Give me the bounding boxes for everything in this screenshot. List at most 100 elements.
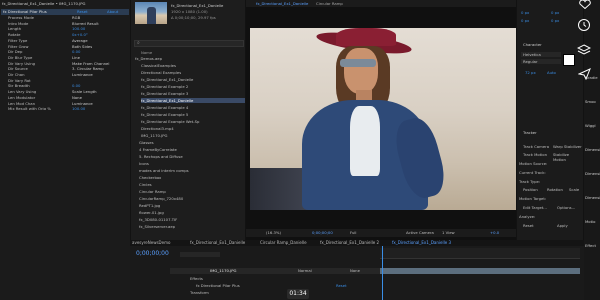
track-camera-button[interactable]: Track Camera — [523, 144, 549, 149]
layers-icon[interactable] — [576, 44, 592, 58]
timeline-tab[interactable]: fx_Directional_Ex1_Danielle — [190, 240, 245, 246]
project-search-input[interactable]: ⌕ — [134, 40, 244, 47]
effect-property-value[interactable]: Luminance — [72, 101, 93, 106]
scale-checkbox[interactable]: Scale — [569, 187, 579, 192]
effect-property-row[interactable]: Len Vary Using Scale Length — [0, 89, 130, 94]
collapsed-panel-label[interactable]: Dimensi — [585, 147, 600, 152]
project-item[interactable]: Directional3.mp4 — [141, 126, 245, 131]
effect-property-row[interactable]: Intro Mode Blurred Result — [0, 21, 130, 26]
collapsed-panel-label[interactable]: Dimensi — [585, 195, 600, 200]
effect-property-value[interactable]: RGB — [72, 15, 80, 20]
project-item[interactable]: fx_Demos.aep — [135, 56, 245, 61]
effect-property-value[interactable]: None — [72, 95, 82, 100]
effect-property-row[interactable]: Dir Source 3. Circular Ramp — [0, 66, 130, 71]
rotation-checkbox[interactable]: Rotation — [547, 187, 563, 192]
timeline-ruler[interactable] — [380, 248, 580, 259]
effect-reset-timeline[interactable]: Reset — [336, 283, 347, 288]
send-icon[interactable] — [576, 68, 592, 81]
project-item[interactable]: fx_Directional Example 3 — [141, 91, 245, 96]
effect-property-row[interactable]: Len Mod Chan Luminance — [0, 101, 130, 106]
timeline-tab[interactable]: avesyreNewsDemo — [132, 240, 170, 246]
effect-property-value[interactable]: 0.00 — [72, 49, 80, 54]
project-name-column-header[interactable]: Name — [141, 50, 152, 55]
project-item[interactable]: Glasses — [139, 140, 245, 145]
project-item[interactable]: Circular Ramp — [139, 189, 245, 194]
heart-icon[interactable] — [578, 0, 592, 10]
project-item[interactable]: Directional Examples — [141, 70, 245, 75]
effect-property-row[interactable]: Dir Blur Type Line — [0, 55, 130, 60]
effect-property-row[interactable]: Filter Grow Both Sides — [0, 44, 130, 49]
effect-property-value[interactable]: Make From Channel — [72, 61, 109, 66]
effect-controls-comp[interactable]: fx_Directional_Ex1_Danielle — [2, 1, 54, 6]
project-item[interactable]: fx_Silverserver.aep — [139, 224, 245, 229]
effect-property-row[interactable]: Dir Chan Luminance — [0, 72, 130, 77]
project-item[interactable]: RedPT1.jpg — [139, 203, 245, 208]
effect-property-value[interactable]: Both Sides — [72, 44, 92, 49]
effect-property-value[interactable]: Blurred Result — [72, 21, 99, 26]
track-motion-button[interactable]: Track Motion — [523, 152, 547, 157]
viewer-tab-ramp[interactable]: Circular Ramp — [316, 1, 343, 6]
effect-property-row[interactable]: Filter Type Average — [0, 38, 130, 43]
options-button[interactable]: Options... — [557, 205, 575, 210]
effect-property-row[interactable]: Process Mode RGB — [0, 15, 130, 20]
collapsed-panel-label[interactable]: Motio — [585, 219, 595, 224]
project-item[interactable]: CircularRamp_720x480 — [139, 196, 245, 201]
effect-property-value[interactable]: 100.00 — [72, 26, 85, 31]
apply-button[interactable]: Apply — [557, 223, 568, 228]
project-item[interactable]: Circles — [139, 182, 245, 187]
project-item[interactable]: Icons — [139, 161, 245, 166]
edit-target-button[interactable]: Edit Target... — [523, 205, 547, 210]
viewer-tab-comp[interactable]: fx_Directional_Ex1_Danielle — [256, 1, 308, 6]
viewer-time[interactable]: 0;00;00;00 — [312, 230, 333, 235]
effect-property-row[interactable]: Length 100.00 — [0, 26, 130, 31]
project-item[interactable]: 5. Rechops and Diffuse — [139, 154, 245, 159]
effect-property-value[interactable]: Luminance — [72, 72, 93, 77]
timeline-tab[interactable]: fx_Directional_Ex1_Danielle 3 — [392, 240, 451, 246]
layer-parent[interactable]: None — [350, 268, 360, 274]
font-size-value[interactable]: 72 px — [525, 70, 536, 75]
effect-property-row[interactable]: Dir Vary Using Make From Channel — [0, 61, 130, 66]
playhead[interactable] — [382, 246, 383, 300]
collapsed-panel-label[interactable]: Dimensi — [585, 171, 600, 176]
effect-property-row[interactable]: Dir Vary Rot — [0, 78, 130, 83]
project-item[interactable]: IMG_1170.JPG — [141, 133, 245, 138]
viewer-camera[interactable]: Active Camera — [406, 230, 434, 235]
project-item[interactable]: fx_Directional Example 2 — [141, 84, 245, 89]
position-checkbox[interactable]: Position — [523, 187, 538, 192]
warp-stabilizer-button[interactable]: Warp Stabilizer — [553, 144, 582, 149]
project-item[interactable]: fx_3D080-01107.TIF — [139, 217, 245, 222]
viewer-resolution[interactable]: Full — [350, 230, 357, 235]
font-select[interactable]: Helvetica — [521, 52, 561, 57]
effect-property-row[interactable]: Dir Dep 0.00 — [0, 49, 130, 54]
project-item[interactable]: 4 FrameByCorrelate — [139, 147, 245, 152]
effect-row-timeline[interactable]: fx Directional Pilar Plus — [196, 283, 240, 288]
layer-mode[interactable]: Normal — [298, 268, 312, 274]
project-item[interactable]: fx_Directional Example 5 — [141, 112, 245, 117]
timeline-search-input[interactable] — [180, 252, 220, 257]
effect-property-value[interactable]: 3. Circular Ramp — [72, 66, 104, 71]
viewer-views[interactable]: 1 View — [442, 230, 455, 235]
composition-image[interactable] — [250, 28, 516, 210]
effect-property-value[interactable]: 0.00 — [72, 83, 80, 88]
layer-row[interactable]: IMG_1170.JPG Normal None — [170, 268, 380, 274]
project-item[interactable]: fx_Directional Example Wet-Sp — [141, 119, 245, 124]
effect-property-value[interactable]: 0x+0.0° — [72, 32, 88, 37]
effect-property-row[interactable]: Len Modulator None — [0, 95, 130, 100]
clock-icon[interactable] — [576, 18, 592, 34]
viewer-zoom[interactable]: (16.3%) — [266, 230, 281, 235]
project-item[interactable]: fx_Directional Example 4 — [141, 105, 245, 110]
style-select[interactable]: Regular — [521, 59, 561, 64]
effect-property-row[interactable]: Rotate 0x+0.0° — [0, 32, 130, 37]
effect-controls-layer[interactable]: IMG_1170.JPG — [59, 1, 85, 6]
stabilize-motion-button[interactable]: Stabilize Motion — [553, 152, 583, 162]
collapsed-panel-label[interactable]: Wiggl — [585, 123, 596, 128]
effect-property-value[interactable]: Line — [72, 55, 80, 60]
effects-group[interactable]: Effects — [190, 276, 203, 281]
effect-property-value[interactable]: Average — [72, 38, 88, 43]
project-item[interactable]: fx_Directional_Ex1_Danielle — [141, 98, 245, 103]
timeline-tab[interactable]: fx_Directional_Ex1_Danielle 2 — [320, 240, 379, 246]
project-item[interactable]: flower-01.jpg — [139, 210, 245, 215]
effect-property-row[interactable]: Str Breadth 0.00 — [0, 83, 130, 88]
leading-value[interactable]: Auto — [547, 70, 556, 75]
project-item[interactable]: fx_Directional_Ex1_Danielle — [141, 77, 245, 82]
